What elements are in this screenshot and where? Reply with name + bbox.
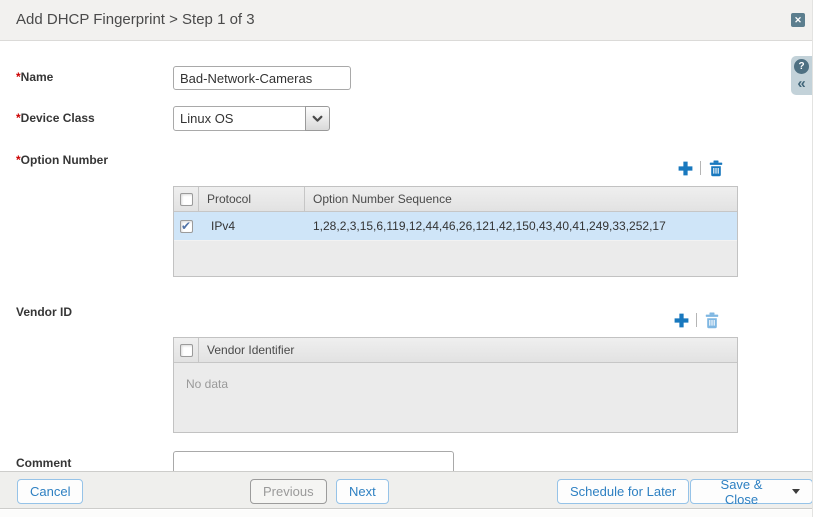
save-and-close-button[interactable]: Save & Close <box>690 479 813 504</box>
cancel-button[interactable]: Cancel <box>17 479 83 504</box>
dialog-bottom-strip <box>0 510 813 517</box>
help-icon[interactable]: ? <box>794 59 809 74</box>
option-table-row[interactable]: IPv4 1,28,2,3,15,6,119,12,44,46,26,121,4… <box>174 212 737 241</box>
delete-option-button[interactable] <box>707 159 725 177</box>
device-class-input[interactable] <box>173 106 306 131</box>
option-row-checkbox[interactable] <box>180 220 193 233</box>
wizard-footer: Cancel Previous Next Schedule for Later … <box>0 471 813 509</box>
close-button[interactable]: ✕ <box>791 13 805 27</box>
option-column-sequence: Option Number Sequence <box>305 187 737 211</box>
toolbar-separator <box>700 161 701 175</box>
trash-icon <box>708 160 724 177</box>
close-icon: ✕ <box>794 16 802 25</box>
schedule-for-later-button[interactable]: Schedule for Later <box>557 479 689 504</box>
vendor-id-toolbar <box>672 311 721 329</box>
collapse-panel-icon[interactable]: « <box>797 75 805 92</box>
plus-icon <box>673 312 690 329</box>
no-data-text: No data <box>174 363 737 391</box>
device-class-label: *Device Class <box>16 111 95 125</box>
option-row-sequence: 1,28,2,3,15,6,119,12,44,46,26,121,42,150… <box>305 212 737 240</box>
comment-label: Comment <box>16 456 71 470</box>
save-and-close-label: Save & Close <box>703 477 780 507</box>
option-select-all-checkbox[interactable] <box>180 193 193 206</box>
option-number-table: Protocol Option Number Sequence IPv4 1,2… <box>173 186 738 277</box>
vendor-id-table: Vendor Identifier No data <box>173 337 738 433</box>
vendor-id-label: Vendor ID <box>16 305 72 319</box>
dialog-titlebar: Add DHCP Fingerprint > Step 1 of 3 ✕ <box>0 0 813 41</box>
option-table-header: Protocol Option Number Sequence <box>174 187 737 212</box>
trash-icon <box>704 312 720 329</box>
option-table-empty-area <box>174 241 737 276</box>
add-dhcp-fingerprint-dialog: Add DHCP Fingerprint > Step 1 of 3 ✕ ? «… <box>0 0 813 517</box>
save-and-close-menu-caret-icon[interactable] <box>792 489 800 494</box>
vendor-table-header: Vendor Identifier <box>174 338 737 363</box>
delete-vendor-button-disabled[interactable] <box>703 311 721 329</box>
add-option-button[interactable] <box>676 159 694 177</box>
vendor-select-all-checkbox[interactable] <box>180 344 193 357</box>
option-number-toolbar <box>676 159 725 177</box>
option-number-label: *Option Number <box>16 153 108 167</box>
device-class-dropdown-button[interactable] <box>305 106 330 131</box>
next-button[interactable]: Next <box>336 479 389 504</box>
name-label: *Name <box>16 70 53 84</box>
help-panel: ? « <box>791 56 812 95</box>
dialog-title: Add DHCP Fingerprint > Step 1 of 3 <box>16 0 255 40</box>
plus-icon <box>677 160 694 177</box>
vendor-table-empty-area: No data <box>174 363 737 432</box>
toolbar-separator <box>696 313 697 327</box>
previous-button[interactable]: Previous <box>250 479 327 504</box>
option-column-protocol: Protocol <box>199 187 305 211</box>
vendor-column-identifier: Vendor Identifier <box>199 338 737 362</box>
option-row-protocol: IPv4 <box>199 212 305 240</box>
add-vendor-button[interactable] <box>672 311 690 329</box>
name-input[interactable] <box>173 66 351 90</box>
chevron-down-icon <box>312 115 323 123</box>
